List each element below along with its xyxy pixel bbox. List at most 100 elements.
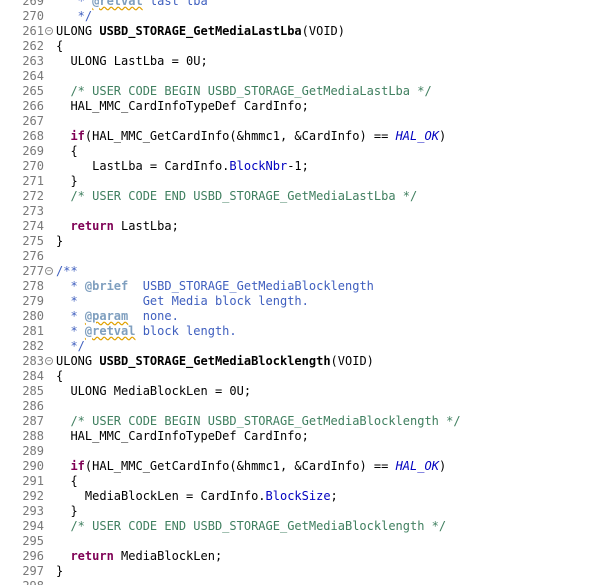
code-line[interactable]: 266 HAL_MMC_CardInfoTypeDef CardInfo; xyxy=(0,99,609,114)
line-number: 273 xyxy=(22,204,44,218)
code-text: ULONG MediaBlockLen = 0U; xyxy=(56,384,251,399)
code-text: return LastLba; xyxy=(56,219,178,234)
code-line[interactable]: 288 HAL_MMC_CardInfoTypeDef CardInfo; xyxy=(0,429,609,444)
code-token: if xyxy=(70,129,85,143)
line-number: 286 xyxy=(22,399,44,413)
code-line[interactable]: 281 * @retval block length. xyxy=(0,324,609,339)
code-line[interactable]: 289 xyxy=(0,444,609,459)
code-token: -1; xyxy=(287,159,309,173)
code-text: } xyxy=(56,504,77,519)
code-token: block length. xyxy=(135,324,237,338)
code-line[interactable]: 295 xyxy=(0,534,609,549)
code-token: /** xyxy=(56,264,78,278)
code-line[interactable]: 273 xyxy=(0,204,609,219)
fold-toggle-icon[interactable]: − xyxy=(45,267,53,275)
code-token: USBD_STORAGE_GetMediaLastLba xyxy=(99,24,302,38)
code-line[interactable]: 286 xyxy=(0,399,609,414)
code-text: LastLba = CardInfo.BlockNbr-1; xyxy=(56,159,309,174)
code-text: /* USER CODE BEGIN USBD_STORAGE_GetMedia… xyxy=(56,84,431,99)
code-token: none. xyxy=(128,309,179,323)
code-line[interactable]: 291 { xyxy=(0,474,609,489)
code-line[interactable]: 285 ULONG MediaBlockLen = 0U; xyxy=(0,384,609,399)
code-line[interactable]: 294 /* USER CODE END USBD_STORAGE_GetMed… xyxy=(0,519,609,534)
code-line[interactable]: 293 } xyxy=(0,504,609,519)
code-text: { xyxy=(56,144,78,159)
code-line[interactable]: 296 return MediaBlockLen; xyxy=(0,549,609,564)
code-text: */ xyxy=(56,9,92,24)
line-number: 272 xyxy=(22,189,44,203)
code-token: ULONG LastLba = 0U; xyxy=(56,54,208,68)
code-line[interactable]: 261− ULONG USBD_STORAGE_GetMediaLastLba(V… xyxy=(0,24,609,39)
code-editor[interactable]: 269 * @retval last lba 270 */261− ULONG US… xyxy=(0,0,609,585)
code-text: { xyxy=(56,474,77,489)
line-number: 296 xyxy=(22,549,44,563)
code-text: if(HAL_MMC_GetCardInfo(&hmmc1, &CardInfo… xyxy=(56,129,446,144)
code-line[interactable]: 268 if(HAL_MMC_GetCardInfo(&hmmc1, &Card… xyxy=(0,129,609,144)
line-number: 290 xyxy=(22,459,44,473)
code-token: * xyxy=(56,324,85,338)
code-text: */ xyxy=(56,339,84,354)
code-token: @param xyxy=(84,309,129,323)
code-token: * xyxy=(56,279,85,293)
code-token: if xyxy=(70,459,85,473)
code-token: { xyxy=(56,39,64,53)
line-number: 269 xyxy=(22,144,44,158)
code-line[interactable]: 269 { xyxy=(0,144,609,159)
line-number: 264 xyxy=(22,69,44,83)
code-text: } xyxy=(56,174,77,189)
code-line[interactable]: 270 LastLba = CardInfo.BlockNbr-1; xyxy=(0,159,609,174)
line-number: 295 xyxy=(22,534,44,548)
code-line[interactable]: 292 MediaBlockLen = CardInfo.BlockSize; xyxy=(0,489,609,504)
code-token: (VOID) xyxy=(330,354,374,368)
code-token: last lba xyxy=(142,0,208,8)
code-line[interactable]: 263 ULONG LastLba = 0U; xyxy=(0,54,609,69)
fold-toggle-icon[interactable]: − xyxy=(45,27,53,35)
line-number: 277 xyxy=(22,264,44,278)
code-line[interactable]: 297} xyxy=(0,564,609,579)
code-line[interactable]: 269 * @retval last lba xyxy=(0,0,609,9)
code-line[interactable]: 279 * Get Media block length. xyxy=(0,294,609,309)
code-text: return MediaBlockLen; xyxy=(56,549,222,564)
fold-toggle-icon[interactable]: − xyxy=(45,357,53,365)
line-number: 298 xyxy=(0,579,44,585)
code-line[interactable]: 290 if(HAL_MMC_GetCardInfo(&hmmc1, &Card… xyxy=(0,459,609,474)
code-line[interactable]: 272 /* USER CODE END USBD_STORAGE_GetMed… xyxy=(0,189,609,204)
code-line[interactable]: 265 /* USER CODE BEGIN USBD_STORAGE_GetM… xyxy=(0,84,609,99)
code-text: /* USER CODE END USBD_STORAGE_GetMediaLa… xyxy=(56,189,417,204)
line-number: 271 xyxy=(22,174,44,188)
code-line[interactable]: 271 } xyxy=(0,174,609,189)
code-line[interactable]: 264 xyxy=(0,69,609,84)
code-token: BlockNbr xyxy=(229,159,288,173)
code-line[interactable]: 267 xyxy=(0,114,609,129)
code-line[interactable]: 282 */ xyxy=(0,339,609,354)
code-text: { xyxy=(56,39,63,54)
line-number: 274 xyxy=(22,219,44,233)
code-line[interactable]: 274 return LastLba; xyxy=(0,219,609,234)
code-text: HAL_MMC_CardInfoTypeDef CardInfo; xyxy=(56,429,308,444)
code-token: /* USER CODE END USBD_STORAGE_GetMediaBl… xyxy=(56,519,447,533)
code-line[interactable]: 276 xyxy=(0,249,609,264)
code-token: /* USER CODE END USBD_STORAGE_GetMediaLa… xyxy=(56,189,418,203)
code-line[interactable]: 283− ULONG USBD_STORAGE_GetMediaBlockleng… xyxy=(0,354,609,369)
code-line[interactable]: 275} xyxy=(0,234,609,249)
code-line[interactable]: 280 * @param none. xyxy=(0,309,609,324)
code-token: /* USER CODE BEGIN USBD_STORAGE_GetMedia… xyxy=(56,414,461,428)
line-number: 279 xyxy=(22,294,44,308)
code-text: * Get Media block length. xyxy=(56,294,308,309)
code-line[interactable]: 278 * @brief USBD_STORAGE_GetMediaBlockl… xyxy=(0,279,609,294)
line-number: 262 xyxy=(22,39,44,53)
code-line[interactable]: 298 xyxy=(0,579,609,585)
code-line[interactable]: 270 */ xyxy=(0,9,609,24)
code-line[interactable]: 284 { xyxy=(0,369,609,384)
code-line[interactable]: 277−/** xyxy=(0,264,609,279)
line-number: 281 xyxy=(22,324,44,338)
code-line[interactable]: 287 /* USER CODE BEGIN USBD_STORAGE_GetM… xyxy=(0,414,609,429)
line-number: 269 xyxy=(22,0,44,8)
code-line[interactable]: 262 { xyxy=(0,39,609,54)
code-token: LastLba = CardInfo. xyxy=(56,159,230,173)
code-token: { xyxy=(56,144,78,158)
